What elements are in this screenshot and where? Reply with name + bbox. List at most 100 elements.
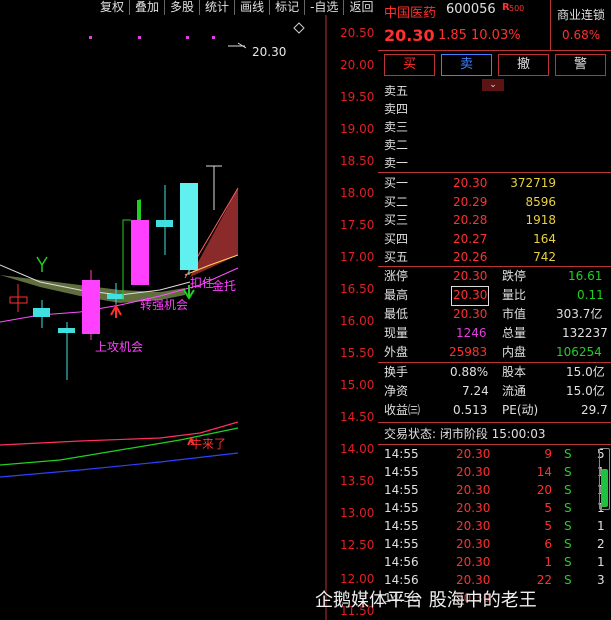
tick-count: 1 <box>597 555 605 569</box>
toolbar-overlay[interactable]: 叠加 <box>129 0 164 15</box>
tick-side: S <box>564 465 572 479</box>
limit-down-value: 16.61 <box>568 269 603 283</box>
candle <box>58 328 75 333</box>
tick-volume: 20 <box>536 483 552 497</box>
total-vol-label: 总量 <box>502 326 527 340</box>
limit-up-label: 涨停 <box>384 269 409 283</box>
price-axis-tick: 12.00 <box>340 572 375 586</box>
toolbar-draw[interactable]: 画线 <box>234 0 269 15</box>
bid-volume: 372719 <box>510 176 556 190</box>
ask-label: 卖三 <box>384 120 409 134</box>
toolbar-fuquan[interactable]: 复权 <box>95 0 129 15</box>
toolbar-watchlist[interactable]: -自选 <box>304 0 343 15</box>
tick-count: 2 <box>597 537 605 551</box>
cur-vol-label: 现量 <box>384 326 409 340</box>
ask-label: 卖一 <box>384 156 409 170</box>
tick-volume: 5 <box>544 501 552 515</box>
tick-side: S <box>564 537 572 551</box>
toolbar-mark[interactable]: 标记 <box>269 0 304 15</box>
nav-label: 净资 <box>384 384 409 398</box>
ask-label: 卖二 <box>384 138 409 152</box>
tick-side: S <box>564 501 572 515</box>
turnover-value: 0.88% <box>450 365 489 379</box>
trade-status: 交易状态: 闭市阶段 15:00:03 <box>384 427 546 441</box>
vol-ratio-label: 量比 <box>502 288 527 302</box>
stock-name[interactable]: 中国医药 <box>384 2 436 21</box>
signal-dot <box>212 36 215 39</box>
label-gold-support: 金托 <box>212 278 236 293</box>
tick-price: 20.30 <box>456 465 491 479</box>
candle <box>180 183 198 270</box>
bid-label: 买一 <box>384 176 409 190</box>
ma-line-blue <box>0 452 239 478</box>
tick-volume: 14 <box>536 465 552 479</box>
candle <box>33 308 50 317</box>
tick-time: 14:55 <box>384 537 419 551</box>
label-coming: 牛来了 <box>190 436 226 451</box>
candlestick-chart[interactable]: 20.30 上攻机会 转强机会 扣住 金托 牛来了 <box>0 15 330 620</box>
tick-volume: 9 <box>544 447 552 461</box>
tick-price: 20.30 <box>456 501 491 515</box>
tick-side: S <box>564 447 572 461</box>
label-turn-strong: 转强机会 <box>140 297 188 312</box>
bid-volume: 164 <box>533 231 556 246</box>
inner-label: 内盘 <box>502 345 527 359</box>
signal-dot <box>89 36 92 39</box>
price-axis-tick: 14.50 <box>340 410 375 424</box>
tick-price: 20.30 <box>456 555 491 569</box>
sell-button[interactable]: 卖 <box>441 54 492 76</box>
vol-ratio-value: 0.11 <box>577 288 604 302</box>
price-change-pct: 10.03% <box>471 28 521 43</box>
price-axis-tick: 19.00 <box>340 122 375 136</box>
high-label: 最高 <box>384 288 409 302</box>
toolbar-multi[interactable]: 多股 <box>164 0 199 15</box>
price-axis-tick: 19.50 <box>340 90 375 104</box>
price-axis-tick: 18.00 <box>340 186 375 200</box>
pe-value: 29.7 <box>581 403 608 417</box>
divider <box>378 422 611 423</box>
bid-volume: 742 <box>533 250 556 264</box>
tick-count: 1 <box>597 519 605 533</box>
tick-volume: 5 <box>544 519 552 533</box>
alert-button[interactable]: 警 <box>555 54 606 76</box>
cancel-button[interactable]: 撤 <box>498 54 549 76</box>
candle <box>131 220 149 285</box>
tick-time: 14:56 <box>384 555 419 569</box>
candle <box>82 280 100 334</box>
last-price: 20.30 <box>384 26 435 45</box>
candle <box>156 220 173 227</box>
price-axis-tick: 20.00 <box>340 58 375 72</box>
turnover-label: 换手 <box>384 365 409 379</box>
toolbar-stats[interactable]: 统计 <box>199 0 234 15</box>
tick-side: S <box>564 573 572 587</box>
quote-panel: 中国医药 600056 R 500 20.30 1.85 10.03% 商业连锁… <box>378 0 611 620</box>
bid-volume: 8596 <box>525 194 556 209</box>
sector-name: 商业连锁 <box>557 8 606 22</box>
limit-down-label: 跌停 <box>502 269 527 283</box>
diamond-icon <box>293 22 305 34</box>
tick-side: S <box>564 555 572 569</box>
eps-label: 收益㈢ <box>384 403 421 417</box>
tick-price: 20.30 <box>456 537 491 551</box>
bracket-line <box>122 219 131 300</box>
mcap-value: 303.7亿 <box>556 307 603 321</box>
watermark: 企鹅媒体平台 股海中的老王 <box>315 590 537 611</box>
high-marker-label: 20.30 <box>252 45 286 59</box>
scrollbar[interactable] <box>599 448 610 510</box>
tick-time: 14:55 <box>384 483 419 497</box>
tick-price: 20.30 <box>456 519 491 533</box>
toolbar-back[interactable]: 返回 <box>343 0 378 15</box>
float-value: 15.0亿 <box>566 384 605 398</box>
buy-button[interactable]: 买 <box>384 54 435 76</box>
sector-pct: 0.68% <box>562 28 601 42</box>
price-axis-tick: 15.00 <box>340 378 375 392</box>
scrollbar-thumb[interactable] <box>601 469 608 507</box>
collapse-chevron-icon[interactable]: ⌄ <box>482 79 504 91</box>
cur-vol-value: 1246 <box>456 326 487 340</box>
tick-time: 14:55 <box>384 465 419 479</box>
up-arrow-icon <box>110 303 122 318</box>
low-value: 20.30 <box>453 307 488 321</box>
tick-side: S <box>564 519 572 533</box>
rank-badge-num: 500 <box>509 4 525 13</box>
low-label: 最低 <box>384 307 409 321</box>
